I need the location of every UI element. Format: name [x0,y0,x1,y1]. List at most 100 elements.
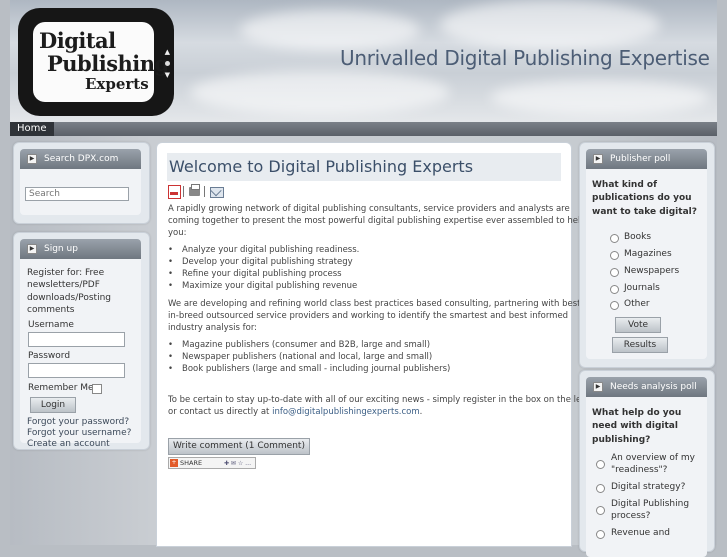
poll-option-label: Magazines [624,249,672,259]
signup-title-text: Sign up [44,244,78,254]
signup-intro-line: comments [27,305,75,315]
dot-icon [165,61,170,66]
remember-me-label: Remember Me [28,383,94,393]
search-title-text: Search DPX.com [44,154,119,164]
signup-intro-line: newsletters/PDF [27,280,100,290]
search-module-body [20,169,141,215]
results-button[interactable]: Results [612,337,668,353]
poll-question-line: publishing? [592,435,651,445]
poll-option-label: Digital strategy? [611,482,686,492]
write-comment-button[interactable]: Write comment (1 Comment) [168,438,310,455]
contact-email-link[interactable]: info@digitalpublishingexperts.com [272,407,420,417]
header: Digital Publishing Experts ▲ ▼ Unrivalle… [10,0,717,122]
main-nav: Home [10,122,717,136]
logo-line-1: Digital [39,28,116,53]
share-button[interactable]: + SHARE ✚ ✉ ☆ … [168,457,256,469]
article-intro-line: you: [168,228,187,238]
create-account-link[interactable]: Create an account [27,439,110,449]
site-logo[interactable]: Digital Publishing Experts ▲ ▼ [18,8,174,116]
arrow-right-icon: ▶ [593,154,603,164]
bookmark-icons: ✚ ✉ ☆ … [224,460,252,467]
signup-intro-line: downloads/Posting [27,293,111,303]
poll-option-radio[interactable] [596,506,605,515]
article-intro-line: A rapidly growing network of digital pub… [168,204,570,214]
list-item: • Analyze your digital publishing readine… [168,245,360,255]
poll-question-line: need with digital [592,421,678,431]
email-icon[interactable] [210,185,224,198]
needs-poll-title: ▶ Needs analysis poll [586,377,707,397]
divider [183,186,184,197]
login-button[interactable]: Login [30,397,76,413]
article-intro-line: coming together to present the most powe… [168,216,586,226]
article-para-line: industry analysis for: [168,323,258,333]
cloud-decoration [190,70,450,115]
poll-option-label: Other [624,299,650,309]
article-para-line: We are developing and refining world cla… [168,299,584,309]
list-item: • Refine your digital publishing process [168,269,342,279]
needs-poll-module: ▶ Needs analysis poll What help do you n… [579,370,715,557]
poll-option-label: Revenue and [611,528,670,538]
arrow-down-icon: ▼ [164,71,170,79]
poll-question-line: want to take digital? [592,207,697,217]
poll-option-label: Books [624,232,652,242]
article-title: Welcome to Digital Publishing Experts [167,153,561,181]
search-module-title: ▶ Search DPX.com [20,149,141,169]
poll-question-line: publications do you [592,193,692,203]
poll-option-radio[interactable] [596,460,605,469]
cloud-decoration [440,0,660,50]
cloud-decoration [490,80,710,115]
poll-option-radio[interactable] [610,285,619,294]
poll-option-radio[interactable] [610,234,619,243]
article-closing-line: or contact us directly at info@digitalpu… [168,407,423,417]
print-icon[interactable] [189,184,200,196]
article-closing-line: To be certain to stay up-to-date with al… [168,395,588,405]
signup-module: ▶ Sign up Register for: Free newsletters… [13,232,150,450]
forgot-username-link[interactable]: Forgot your username? [27,428,131,438]
signup-intro-line: Register for: Free [27,268,105,278]
publisher-poll-module: ▶ Publisher poll What kind of publicatio… [579,142,715,368]
nav-item-home[interactable]: Home [10,122,54,136]
list-item: • Develop your digital publishing strateg… [168,257,353,267]
logo-line-2: Publishing [47,51,169,76]
publisher-poll-title-text: Publisher poll [610,154,671,164]
list-item: • Book publishers (large and small - incl… [168,364,451,374]
poll-option-radio[interactable] [610,301,619,310]
plus-icon: + [170,459,178,467]
cloud-decoration [240,10,420,50]
remember-me-checkbox[interactable] [92,384,102,394]
poll-option-label: process? [611,511,651,521]
poll-option-label: Digital Publishing [611,499,690,509]
search-input[interactable] [25,187,129,201]
main-area: ▶ Search DPX.com ▶ Sign up Register for:… [10,136,717,557]
poll-option-radio[interactable] [596,484,605,493]
vote-button[interactable]: Vote [615,317,661,333]
publisher-poll-body: What kind of publications do you want to… [586,169,707,359]
poll-option-radio[interactable] [610,251,619,260]
share-label: SHARE [180,459,203,467]
needs-poll-title-text: Needs analysis poll [610,382,697,392]
list-item: • Maximize your digital publishing revenu… [168,281,358,291]
logo-line-3: Experts [85,75,149,93]
arrow-up-icon: ▲ [164,48,170,56]
arrow-right-icon: ▶ [27,244,37,254]
poll-option-radio[interactable] [596,530,605,539]
poll-question-line: What kind of [592,180,657,190]
arrow-right-icon: ▶ [27,154,37,164]
pdf-icon[interactable] [168,185,181,199]
poll-option-label: Journals [624,283,660,293]
signup-module-title: ▶ Sign up [20,239,141,259]
poll-option-radio[interactable] [610,268,619,277]
signup-module-body: Register for: Free newsletters/PDF downl… [20,259,141,449]
password-label: Password [28,351,71,361]
site-tagline: Unrivalled Digital Publishing Expertise [340,46,710,70]
username-input[interactable] [28,332,125,347]
needs-poll-body: What help do you need with digital publi… [586,397,707,557]
arrow-right-icon: ▶ [593,382,603,392]
forgot-password-link[interactable]: Forgot your password? [27,417,129,427]
publisher-poll-title: ▶ Publisher poll [586,149,707,169]
divider [204,186,205,197]
logo-screen: Digital Publishing Experts [33,22,169,102]
password-input[interactable] [28,363,125,378]
poll-option-label: An overview of my [611,453,696,463]
article: Welcome to Digital Publishing Experts A … [156,142,587,547]
